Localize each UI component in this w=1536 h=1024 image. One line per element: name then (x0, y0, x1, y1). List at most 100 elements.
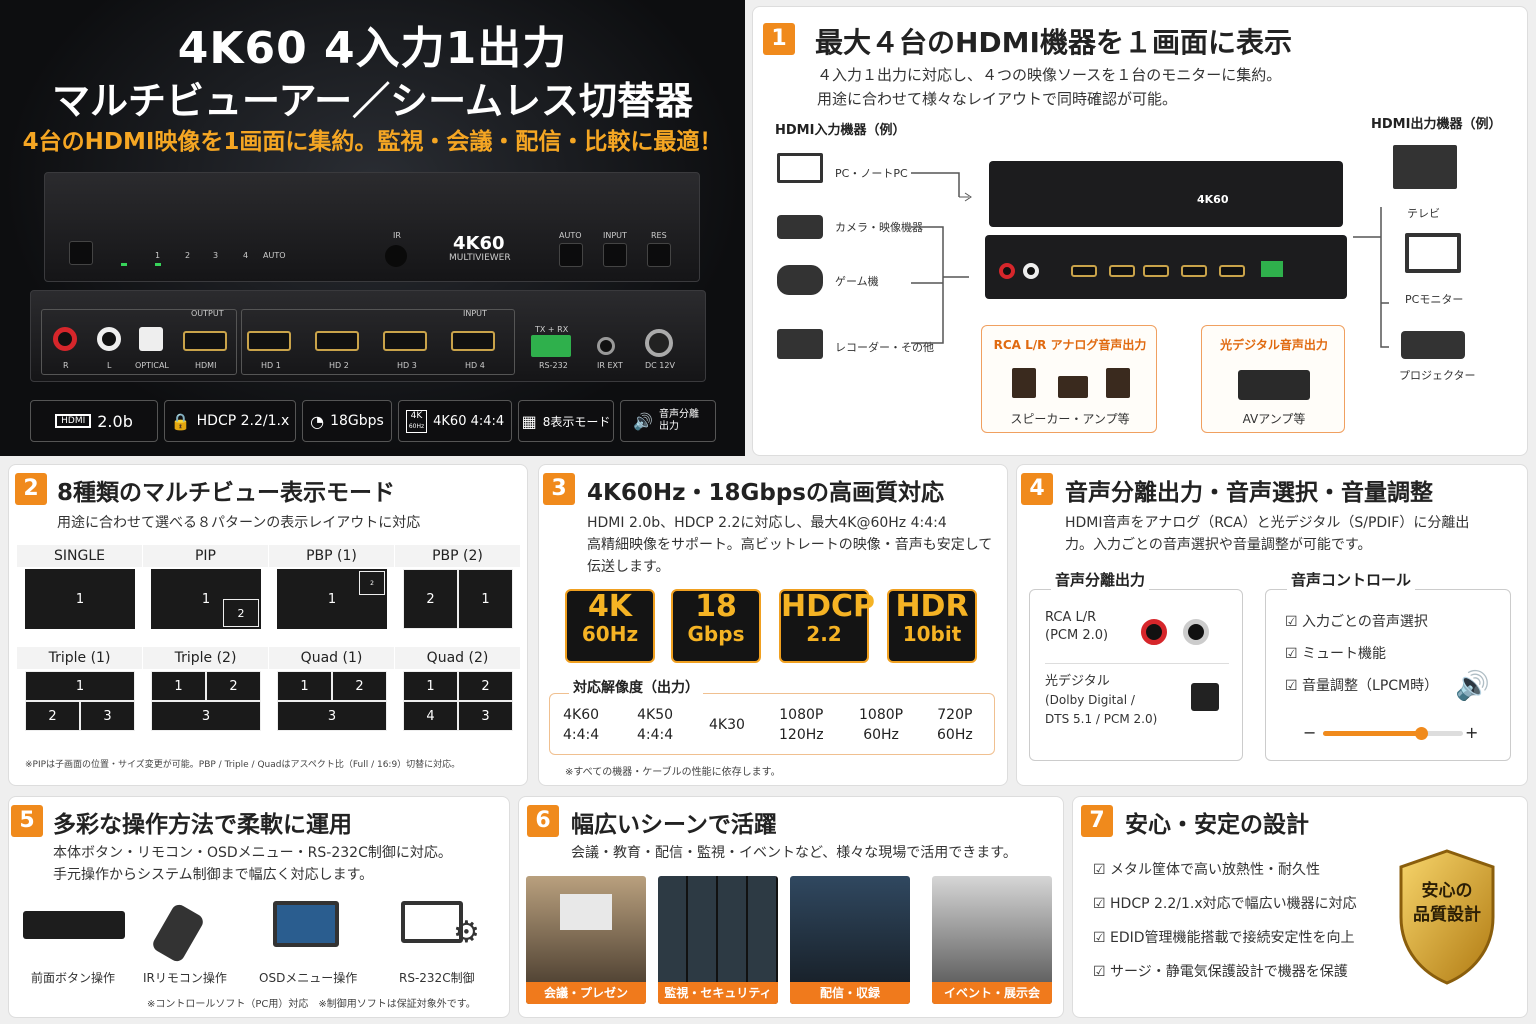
quality-check-3: ☑ EDID管理機能搭載で接続安定性を向上 (1093, 927, 1355, 947)
check-audio-select: ☑ 入力ごとの音声選択 (1285, 611, 1428, 631)
res-4k60-sub: 4:4:4 (563, 727, 600, 743)
front-panel-icon (23, 911, 125, 939)
input-group-label: INPUT (463, 309, 487, 318)
checkbox-icon: ☑ (1093, 862, 1111, 878)
volume-minus: − (1303, 723, 1317, 742)
shield-text-line2: 品質設計 (1413, 905, 1481, 925)
projector-camera-icon (777, 215, 823, 239)
section-1-text2: 用途に合わせて様々なレイアウトで同時確認が可能。 (817, 90, 1178, 108)
front-model-sub: MULTIVIEWER (449, 253, 511, 263)
check-mute: ☑ ミュート機能 (1285, 643, 1386, 663)
control-rs232-label: RS-232C制御 (399, 971, 475, 985)
volume-plus: + (1465, 723, 1479, 742)
volume-knob (1415, 727, 1428, 740)
rca-red-icon (1141, 619, 1167, 645)
led-label-1: 1 (155, 251, 161, 260)
audio-separation-heading: 音声分離出力 (1051, 569, 1150, 590)
hdmi-in-3-port (383, 331, 427, 351)
section-4-title: 音声分離出力・音声選択・音量調整 (1065, 480, 1433, 506)
res-4k50-value: 4K50 (637, 707, 674, 723)
spec-modes-text: 8表示モード (542, 414, 611, 429)
optical-spec-line1: 光デジタル (1045, 674, 1110, 689)
spec-4k-text: 4K60 4:4:4 (433, 413, 505, 429)
gauge-icon: ◔ (310, 411, 325, 431)
section-3-text1: HDMI 2.0b、HDCP 2.2に対応し、最大4K@60Hz 4:4:4 (587, 515, 947, 531)
recorder-icon (777, 329, 823, 359)
auto-button (559, 243, 583, 267)
res-4k30: 4K30 (709, 715, 745, 735)
optical-jack (139, 327, 163, 351)
section-1-number: 1 (763, 23, 795, 55)
label-dc: DC 12V (645, 361, 675, 370)
mode-label-pbp2: PBP (2) (395, 545, 520, 567)
spec-modes: ▦ 8表示モード (518, 400, 614, 442)
section-3-title: 4K60Hz・18Gbpsの高画質対応 (587, 480, 944, 506)
section-3-note: ※すべての機器・ケーブルの性能に依存します。 (565, 767, 781, 778)
rca-white-icon (1183, 619, 1209, 645)
badge-18gbps-bottom: Gbps (687, 622, 745, 646)
diagram-hdmi-4 (1219, 265, 1245, 277)
res-720p60-sub: 60Hz (937, 727, 973, 743)
ir-label: IR (393, 231, 401, 240)
check-audio-select-label: 入力ごとの音声選択 (1302, 614, 1428, 630)
output-monitor-label: PCモニター (1405, 293, 1464, 306)
rca-output-label: スピーカー・アンプ等 (1010, 412, 1130, 426)
optical-output-label: AVアンプ等 (1242, 412, 1306, 426)
section-1: 1 最大４台のHDMI機器を１画面に表示 ４入力１出力に対応し、４つの映像ソース… (752, 6, 1528, 456)
led-power (121, 263, 127, 266)
monitor-icon (1405, 233, 1461, 273)
scene-broadcast: 配信・収録 (790, 876, 910, 1004)
check-volume-label: 音量調整（LPCM時） (1302, 678, 1439, 694)
quality-check-1-label: メタル筐体で高い放熱性・耐久性 (1110, 862, 1321, 878)
shield-text-line1: 安心の (1421, 881, 1473, 901)
optical-spec-line2: (Dolby Digital / (1045, 693, 1135, 707)
rca-output-box: RCA L/R アナログ音声出力 スピーカー・アンプ等 (981, 325, 1157, 433)
section-7: 7 安心・安定の設計 ☑ メタル筐体で高い放熱性・耐久性 ☑ HDCP 2.2/… (1072, 796, 1528, 1018)
res-1080p60: 1080P 60Hz (859, 705, 903, 745)
device-rear: OUTPUT R L OPTICAL HDMI INPUT HD 1 HD 2 … (30, 290, 706, 382)
res-1080p120-value: 1080P (779, 707, 824, 723)
input-label: INPUT (603, 231, 627, 240)
gear-icon: ⚙ (453, 915, 480, 950)
mode-label-triple2: Triple (2) (143, 647, 268, 669)
section-3-text3: 伝送します。 (587, 559, 670, 575)
badge-hdcp-top: HDCP (781, 589, 876, 624)
checkbox-icon: ☑ (1093, 964, 1111, 980)
control-osd-label: OSDメニュー操作 (259, 971, 358, 985)
quality-check-1: ☑ メタル筐体で高い放熱性・耐久性 (1093, 859, 1320, 879)
check-volume: ☑ 音量調整（LPCM時） (1285, 675, 1438, 695)
rca-spec-line1: RCA L/R (1045, 610, 1097, 625)
quality-check-2: ☑ HDCP 2.2/1.x対応で幅広い機器に対応 (1093, 893, 1357, 913)
quality-check-2-label: HDCP 2.2/1.x対応で幅広い機器に対応 (1110, 896, 1357, 912)
rca-spec-line2: (PCM 2.0) (1045, 628, 1109, 643)
input-pc-label: PC・ノートPC (835, 167, 908, 180)
section-5-title: 多彩な操作方法で柔軟に運用 (53, 812, 352, 838)
device-front: 1 2 3 4 AUTO IR 4K60 MULTIVIEWER AUTO IN… (44, 172, 700, 282)
osd-monitor-icon (273, 901, 339, 947)
led-label-3: 3 (213, 251, 219, 260)
tv-icon (1393, 145, 1457, 189)
hero-tagline: 4台のHDMI映像を1画面に集約。監視・会議・配信・比較に最適！ (22, 129, 723, 155)
diagram-hdmi-out (1071, 265, 1097, 277)
section-4-number: 4 (1021, 473, 1053, 505)
res-label: RES (651, 231, 667, 240)
quality-check-4-label: サージ・静電気保護設計で機器を保護 (1110, 964, 1348, 980)
res-4k50: 4K50 4:4:4 (637, 705, 673, 745)
scene-security: 監視・セキュリティ (658, 876, 778, 1004)
badge-4k60: 4K 60Hz (565, 589, 655, 663)
checkbox-icon: ☑ (1093, 930, 1111, 946)
led-1 (155, 263, 161, 266)
res-720p60-value: 720P (937, 707, 973, 723)
section-5-number: 5 (11, 805, 43, 837)
label-hd1: HD 1 (261, 361, 281, 370)
section-6-text: 会議・教育・配信・監視・イベントなど、様々な現場で活用できます。 (571, 845, 1017, 861)
diagram-rs232 (1261, 261, 1283, 277)
ir-window (385, 245, 407, 267)
control-front-label: 前面ボタン操作 (31, 971, 116, 985)
dc-jack (645, 329, 673, 357)
rca-output-title: RCA L/R アナログ音声出力 (993, 338, 1147, 352)
section-3: 3 4K60Hz・18Gbpsの高画質対応 HDMI 2.0b、HDCP 2.2… (538, 464, 1008, 786)
hdmi-in-1-port (247, 331, 291, 351)
section-5-note: ※コントロールソフト（PC用）対応 ※制御用ソフトは保証対象外です。 (147, 999, 476, 1010)
led-label-4: 4 (243, 251, 249, 260)
